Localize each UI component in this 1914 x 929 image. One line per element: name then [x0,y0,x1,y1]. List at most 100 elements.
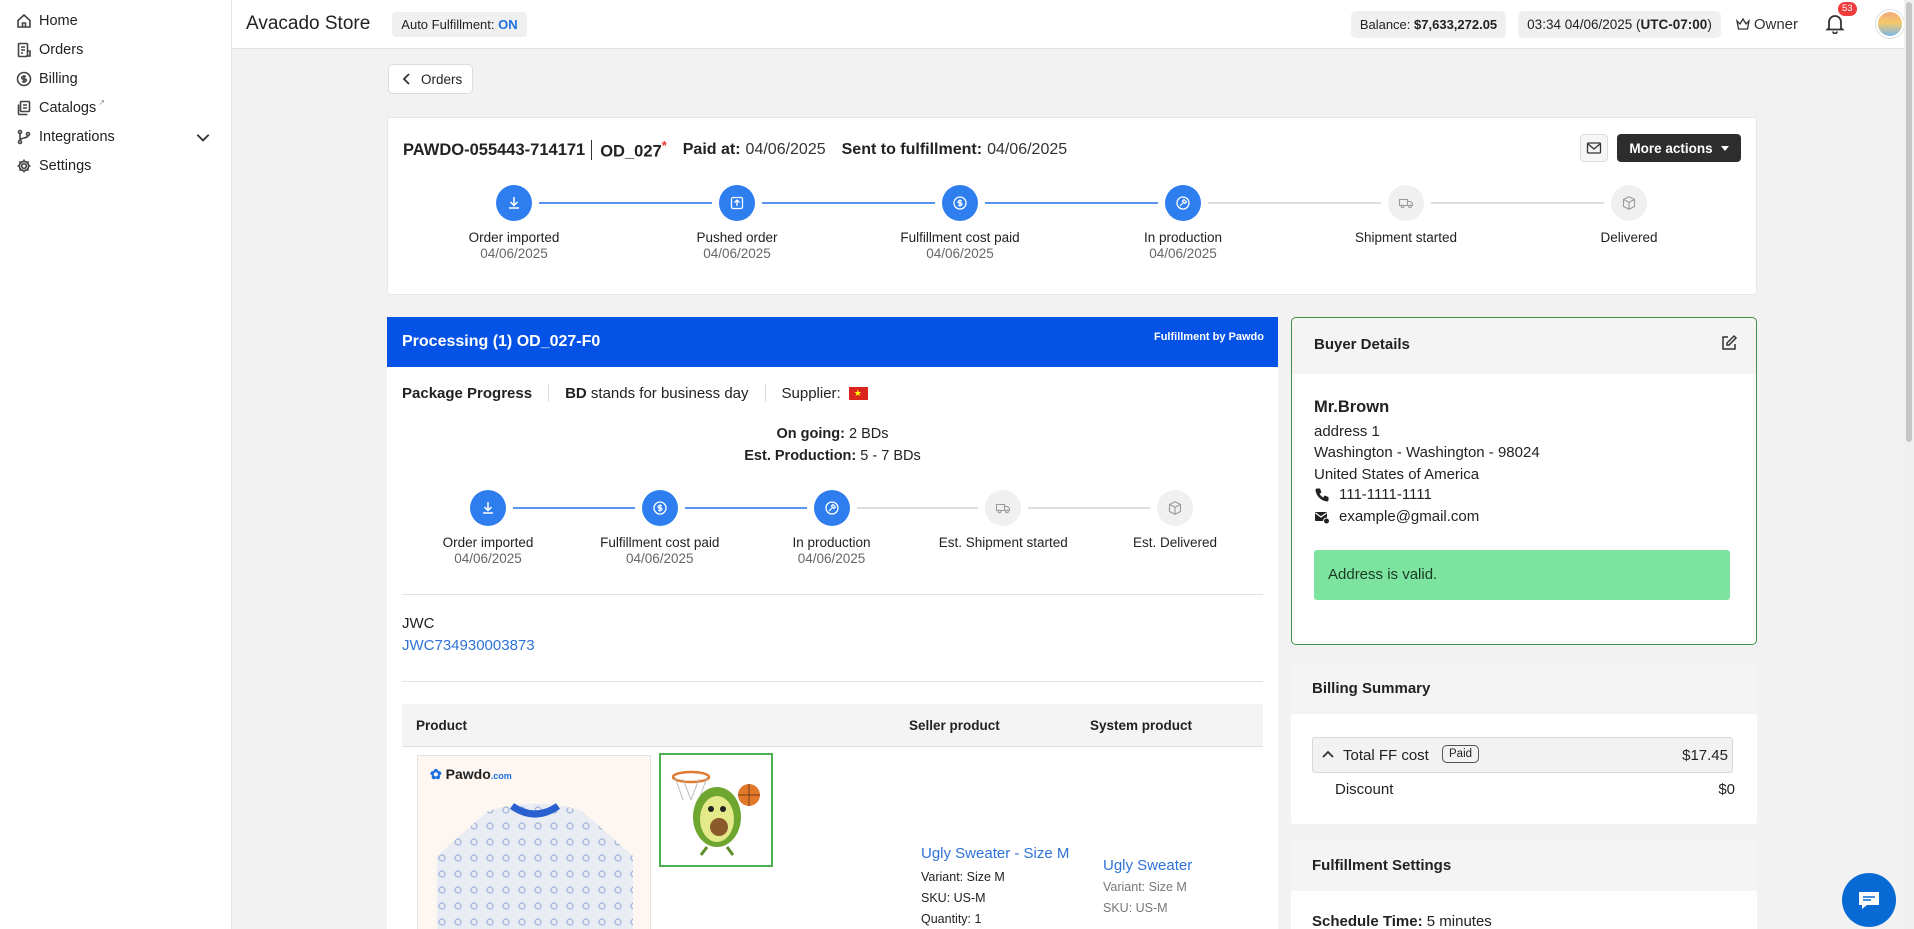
push-icon [719,185,755,221]
progress-step-date: 04/06/2025 [454,551,522,566]
sweater-image [437,803,633,929]
more-actions-button[interactable]: More actions [1617,134,1741,162]
fulfillment-settings-card: Fulfillment Settings Schedule Time: 5 mi… [1291,841,1757,929]
owner-label: Owner [1753,15,1798,33]
paid-badge: Paid [1442,745,1480,763]
billing-summary-card: Billing Summary Total FF cost Paid $17.4… [1291,664,1757,824]
schedule-time-value: 5 minutes [1426,913,1492,929]
sidebar-item-label: Catalogs [39,99,97,116]
total-ff-cost-value: $17.45 [1682,747,1728,764]
box-icon [1611,185,1647,221]
paw-icon: ✿ [430,766,442,782]
progress-step-date: 04/06/2025 [480,246,548,261]
brand-name: Pawdo [445,766,491,782]
package-progress-row: Package Progress BD stands for business … [402,384,868,402]
auto-fulfillment-status[interactable]: Auto Fulfillment: ON [392,11,527,37]
progress-step-label: Order imported [442,535,534,550]
billing-summary-title: Billing Summary [1312,680,1431,697]
buyer-phone: 111-1111-1111 [1314,486,1432,503]
brand-logo: ✿ Pawdo.com [430,766,512,783]
chat-button[interactable] [1842,873,1896,927]
progress-step: Order imported 04/06/2025 [398,490,578,566]
est-production-row: Est. Production: 5 - 7 BDs [387,448,1278,464]
chevron-down-icon[interactable] [195,129,211,145]
seller-product-link[interactable]: Ugly Sweater - Size M [921,845,1069,862]
carrier-name: JWC [402,615,435,632]
buyer-email-text: example@gmail.com [1339,508,1480,525]
schedule-time-row: Schedule Time: 5 minutes [1312,913,1492,929]
progress-step: Pushed order 04/06/2025 [647,185,827,261]
order-code-mark: * [661,138,667,153]
order-code-text: OD_027 [600,142,662,161]
brand-suffix: .com [490,771,512,781]
balance-label: Balance: [1359,16,1411,32]
notifications-button[interactable]: 53 [1824,2,1857,36]
billing-summary-header: Billing Summary [1291,664,1757,714]
address-valid-alert: Address is valid. [1314,550,1730,600]
gear-icon [15,157,33,175]
paid-at-value: 04/06/2025 [745,140,826,158]
buyer-address-line-1: address 1 [1314,423,1380,440]
progress-step: In production 04/06/2025 [1093,185,1273,261]
tracking-number-link[interactable]: JWC734930003873 [402,637,535,654]
paid-at-label: Paid at: [682,140,741,158]
progress-step-date: 04/06/2025 [625,551,694,566]
chevron-left-icon [402,73,410,85]
discount-value: $0 [1718,781,1735,798]
progress-step: In production 04/06/2025 [742,490,922,566]
scrollbar-thumb[interactable] [1906,2,1912,442]
dollar-icon [641,490,678,526]
avatar[interactable] [1876,10,1904,38]
sidebar-item-catalogs[interactable]: Catalogs ↗ [0,93,231,122]
bd-description: stands for business day [590,384,749,402]
sidebar: Home Orders Billing Catalogs ↗ Integrati… [0,0,232,929]
caret-down-icon [1720,145,1729,151]
design-image[interactable] [659,753,773,867]
system-product-variant: Variant: Size M [1103,880,1187,894]
system-product-sku: SKU: US-M [1103,901,1168,915]
sidebar-item-label: Settings [39,157,92,174]
avocado-design-image [671,770,760,856]
auto-fulfillment-value: ON [498,16,518,32]
edit-icon[interactable] [1720,334,1738,352]
sidebar-item-billing[interactable]: Billing [0,64,231,93]
progress-step-label: In production [1143,230,1223,245]
sent-to-fulfillment-value: 04/06/2025 [987,140,1068,158]
progress-step-label: Fulfillment cost paid [900,230,1020,245]
product-mockup-image[interactable]: ✿ Pawdo.com [417,755,651,929]
column-header-system-product: System product [1090,718,1193,733]
progress-step-date: 04/06/2025 [703,246,771,261]
sidebar-item-settings[interactable]: Settings [0,151,231,180]
sidebar-item-home[interactable]: Home [0,6,231,35]
column-header-seller-product: Seller product [909,718,1000,733]
sidebar-item-orders[interactable]: Orders [0,35,231,64]
progress-step-label: Est. Delivered [1132,535,1218,550]
order-header: PAWDO-055443-714171 OD_027* Paid at: 04/… [403,138,1067,162]
sidebar-item-integrations[interactable]: Integrations [0,122,231,151]
back-to-orders-button[interactable]: Orders [388,64,474,94]
divider [402,594,1263,595]
orders-icon [15,41,33,59]
divider [402,681,1263,682]
progress-step: Delivered [1539,185,1719,245]
owner-menu[interactable]: Owner [1735,16,1798,33]
home-icon [15,12,33,30]
column-header-product: Product [416,718,468,733]
clock-time: 03:34 04/06/2025 [1527,16,1633,32]
total-ff-cost-row[interactable]: Total FF cost Paid $17.45 [1312,737,1733,773]
system-product-link[interactable]: Ugly Sweater [1103,857,1192,874]
email-button[interactable] [1580,134,1608,162]
progress-step: Fulfillment cost paid 04/06/2025 [870,185,1050,261]
chevron-up-icon[interactable] [1321,748,1335,762]
more-actions-label: More actions [1629,140,1713,156]
on-going-row: On going: 2 BDs [387,426,1278,442]
dollar-icon [942,185,978,221]
product-table-header: Product Seller product System product [402,704,1263,747]
progress-step-date: 04/06/2025 [926,246,994,261]
clock-timezone: UTC-07:00 [1640,16,1708,32]
progress-step-date: 04/06/2025 [797,551,866,566]
fulfillment-by-label: Fulfillment by Pawdo [1153,331,1264,343]
est-production-value: 5 - 7 BDs [860,448,921,464]
progress-step-label: Shipment started [1354,230,1458,245]
auto-fulfillment-label: Auto Fulfillment: [401,16,495,32]
